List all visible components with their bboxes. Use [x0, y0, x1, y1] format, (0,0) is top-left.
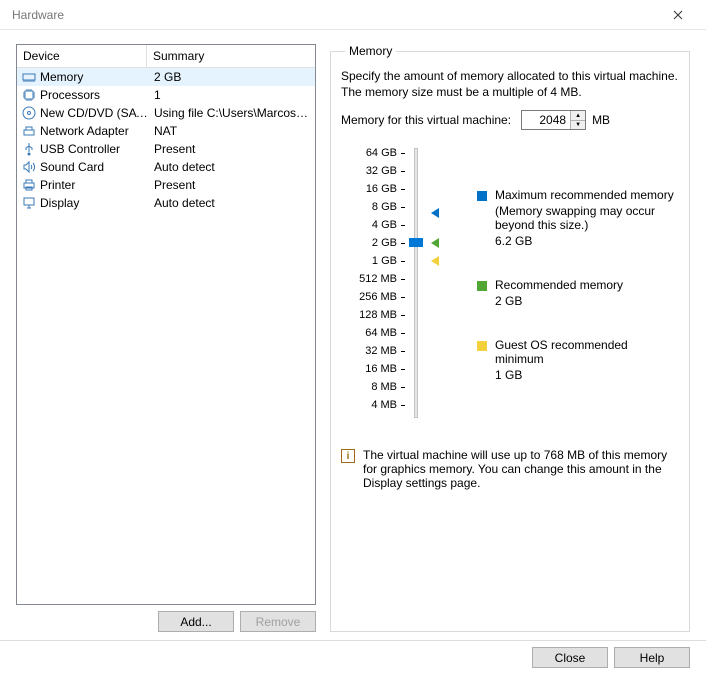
device-name: Printer: [40, 178, 150, 192]
device-row-usb-controller[interactable]: USB ControllerPresent: [17, 140, 315, 158]
tick-label: 4 GB: [372, 216, 397, 234]
device-summary: Present: [150, 178, 311, 192]
tick-label: 4 MB: [371, 396, 397, 414]
device-summary: Auto detect: [150, 160, 311, 174]
tick-label: 1 GB: [372, 252, 397, 270]
window-title: Hardware: [8, 8, 658, 22]
max-rec-value: 6.2 GB: [495, 234, 679, 248]
tick-label: 64 GB: [366, 144, 397, 162]
device-summary: Using file C:\Users\Marcos\D...: [150, 106, 311, 120]
tick-label: 256 MB: [359, 288, 397, 306]
tick-label: 512 MB: [359, 270, 397, 288]
printer-icon: [21, 177, 37, 193]
rec-value: 2 GB: [495, 294, 623, 308]
memory-input[interactable]: [522, 111, 570, 129]
device-summary: NAT: [150, 124, 311, 138]
device-summary: 2 GB: [150, 70, 311, 84]
slider-thumb[interactable]: [409, 238, 423, 247]
add-button[interactable]: Add...: [158, 611, 234, 632]
device-name: Network Adapter: [40, 124, 150, 138]
spinner-down[interactable]: ▼: [571, 121, 585, 130]
cpu-icon: [21, 87, 37, 103]
help-button[interactable]: Help: [614, 647, 690, 668]
close-window-button[interactable]: [658, 0, 698, 30]
sound-icon: [21, 159, 37, 175]
device-name: Memory: [40, 70, 150, 84]
rec-label: Recommended memory: [495, 278, 623, 292]
column-header-device[interactable]: Device: [17, 45, 147, 67]
memory-spinner[interactable]: ▲ ▼: [521, 110, 586, 130]
tick-label: 64 MB: [365, 324, 397, 342]
device-row-sound-card[interactable]: Sound CardAuto detect: [17, 158, 315, 176]
display-icon: [21, 195, 37, 211]
device-row-processors[interactable]: Processors1: [17, 86, 315, 104]
memory-unit: MB: [592, 113, 610, 127]
device-row-printer[interactable]: PrinterPresent: [17, 176, 315, 194]
memory-input-label: Memory for this virtual machine:: [341, 113, 511, 127]
tick-label: 16 GB: [366, 180, 397, 198]
memory-icon: [21, 69, 37, 85]
device-row-network-adapter[interactable]: Network AdapterNAT: [17, 122, 315, 140]
device-name: Display: [40, 196, 150, 210]
min-value: 1 GB: [495, 368, 679, 382]
max-rec-note: (Memory swapping may occur beyond this s…: [495, 204, 679, 232]
device-row-display[interactable]: DisplayAuto detect: [17, 194, 315, 212]
device-row-memory[interactable]: Memory2 GB: [17, 68, 315, 86]
marker-min: [431, 256, 439, 266]
device-name: Processors: [40, 88, 150, 102]
tick-label: 32 MB: [365, 342, 397, 360]
device-table: Device Summary Memory2 GBProcessors1New …: [16, 44, 316, 605]
device-summary: Auto detect: [150, 196, 311, 210]
memory-description: Specify the amount of memory allocated t…: [341, 68, 679, 100]
column-header-summary[interactable]: Summary: [147, 45, 315, 67]
marker-recommended: [431, 238, 439, 248]
device-summary: Present: [150, 142, 311, 156]
min-label: Guest OS recommended minimum: [495, 338, 679, 366]
tick-label: 32 GB: [366, 162, 397, 180]
device-summary: 1: [150, 88, 311, 102]
tick-label: 8 MB: [371, 378, 397, 396]
spinner-up[interactable]: ▲: [571, 111, 585, 121]
memory-groupbox: Memory Specify the amount of memory allo…: [330, 44, 690, 632]
graphics-note: The virtual machine will use up to 768 M…: [363, 448, 679, 490]
info-icon: i: [341, 449, 355, 463]
tick-label: 8 GB: [372, 198, 397, 216]
tick-label: 16 MB: [365, 360, 397, 378]
close-icon: [673, 10, 683, 20]
device-row-new-cd-dvd-sata-[interactable]: New CD/DVD (SATA)Using file C:\Users\Mar…: [17, 104, 315, 122]
close-button[interactable]: Close: [532, 647, 608, 668]
device-name: Sound Card: [40, 160, 150, 174]
tick-label: 2 GB: [372, 234, 397, 252]
cd-icon: [21, 105, 37, 121]
device-name: New CD/DVD (SATA): [40, 106, 150, 120]
memory-slider[interactable]: [405, 144, 427, 418]
tick-label: 128 MB: [359, 306, 397, 324]
max-swatch: [477, 191, 487, 201]
titlebar: Hardware: [0, 0, 706, 30]
min-swatch: [477, 341, 487, 351]
usb-icon: [21, 141, 37, 157]
memory-legend: Memory: [345, 44, 396, 58]
marker-max: [431, 208, 439, 218]
rec-swatch: [477, 281, 487, 291]
remove-button[interactable]: Remove: [240, 611, 316, 632]
device-name: USB Controller: [40, 142, 150, 156]
network-icon: [21, 123, 37, 139]
max-rec-label: Maximum recommended memory: [495, 188, 679, 202]
